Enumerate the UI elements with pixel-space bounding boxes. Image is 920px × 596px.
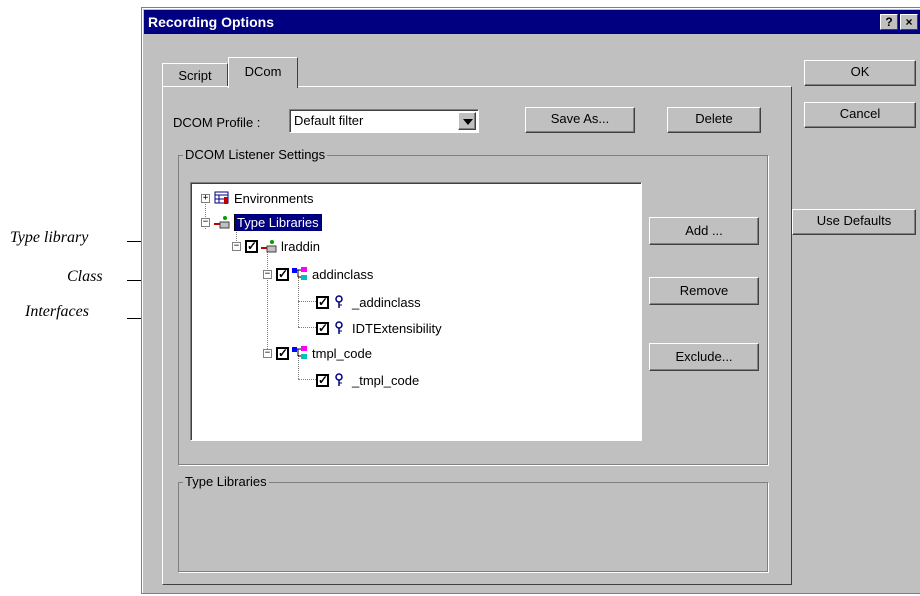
type-libraries-icon bbox=[214, 216, 230, 229]
listener-settings-label: DCOM Listener Settings bbox=[183, 147, 328, 162]
dialog-title: Recording Options bbox=[148, 14, 274, 30]
type-libraries-group: Type Libraries bbox=[178, 475, 768, 572]
exclude-button[interactable]: Exclude... bbox=[649, 343, 759, 371]
add-button[interactable]: Add ... bbox=[649, 217, 759, 245]
tree-item-idtextensibility[interactable]: ✓ IDTExtensibility bbox=[316, 317, 442, 339]
interface-icon bbox=[335, 295, 343, 308]
library-icon bbox=[261, 240, 277, 253]
collapse-icon[interactable]: − bbox=[201, 217, 210, 227]
tab-dcom[interactable]: DCom bbox=[228, 57, 298, 88]
collapse-icon[interactable]: − bbox=[263, 269, 272, 279]
tree-item-lraddin[interactable]: − ✓ lraddin bbox=[232, 235, 320, 257]
addinclass-checkbox[interactable]: ✓ bbox=[276, 267, 289, 281]
cancel-button[interactable]: Cancel bbox=[804, 102, 916, 128]
expand-icon[interactable]: + bbox=[201, 193, 210, 203]
listener-tree-view[interactable]: + Environments − Type Libraries − ✓ lrad… bbox=[190, 182, 642, 441]
tree-label: IDTExtensibility bbox=[352, 320, 442, 336]
interface-icon bbox=[335, 321, 343, 334]
remove-button[interactable]: Remove bbox=[649, 277, 759, 305]
tree-label: Type Libraries bbox=[234, 213, 322, 231]
tree-item-environments[interactable]: + Environments bbox=[201, 187, 313, 209]
title-bar: Recording Options ? × bbox=[144, 10, 920, 34]
tree-label: _addinclass bbox=[352, 294, 421, 310]
dcom-profile-combo[interactable]: Default filter bbox=[289, 109, 479, 133]
tab-script-label: Script bbox=[178, 68, 212, 83]
callout-class: Class bbox=[67, 268, 103, 285]
delete-button[interactable]: Delete bbox=[667, 107, 761, 133]
help-button[interactable]: ? bbox=[880, 14, 898, 30]
tree-line bbox=[298, 327, 316, 328]
tree-item-addinclass[interactable]: − ✓ addinclass bbox=[263, 263, 373, 285]
close-button[interactable]: × bbox=[900, 14, 918, 30]
collapse-icon[interactable]: − bbox=[232, 241, 241, 251]
collapse-icon[interactable]: − bbox=[263, 348, 272, 358]
addinclass-interface-checkbox[interactable]: ✓ bbox=[316, 295, 329, 309]
class-icon bbox=[292, 346, 307, 359]
dropdown-button[interactable] bbox=[458, 112, 476, 130]
tab-dcom-label: DCom bbox=[244, 64, 282, 79]
tree-item-type-libraries[interactable]: − Type Libraries bbox=[201, 211, 322, 233]
lraddin-checkbox[interactable]: ✓ bbox=[245, 239, 258, 253]
tree-label: lraddin bbox=[281, 238, 321, 254]
use-defaults-button[interactable]: Use Defaults bbox=[792, 209, 916, 235]
type-libraries-label: Type Libraries bbox=[183, 474, 269, 489]
tab-script[interactable]: Script bbox=[162, 63, 228, 87]
tree-label: Environments bbox=[234, 190, 314, 206]
callout-interfaces: Interfaces bbox=[25, 303, 89, 320]
callout-type-library: Type library bbox=[10, 229, 89, 246]
tree-label: addinclass bbox=[312, 266, 374, 282]
tmpl-code-checkbox[interactable]: ✓ bbox=[276, 346, 289, 360]
dcom-profile-label: DCOM Profile : bbox=[173, 115, 261, 130]
environments-icon bbox=[214, 191, 229, 204]
tree-item-tmpl-code-interface[interactable]: ✓ _tmpl_code bbox=[316, 369, 419, 391]
tree-label: tmpl_code bbox=[312, 345, 372, 361]
tree-line bbox=[298, 301, 316, 302]
tree-item-tmpl-code[interactable]: − ✓ tmpl_code bbox=[263, 342, 372, 364]
interface-icon bbox=[335, 373, 343, 386]
chevron-down-icon bbox=[463, 119, 473, 125]
class-icon bbox=[292, 267, 307, 280]
tree-item-addinclass-interface[interactable]: ✓ _addinclass bbox=[316, 291, 421, 313]
dcom-profile-value: Default filter bbox=[294, 113, 364, 128]
tree-label: _tmpl_code bbox=[352, 372, 420, 388]
tree-line bbox=[298, 379, 316, 380]
idtextensibility-checkbox[interactable]: ✓ bbox=[316, 321, 329, 335]
ok-button[interactable]: OK bbox=[804, 60, 916, 86]
tmpl-code-interface-checkbox[interactable]: ✓ bbox=[316, 373, 329, 387]
save-as-button[interactable]: Save As... bbox=[525, 107, 635, 133]
